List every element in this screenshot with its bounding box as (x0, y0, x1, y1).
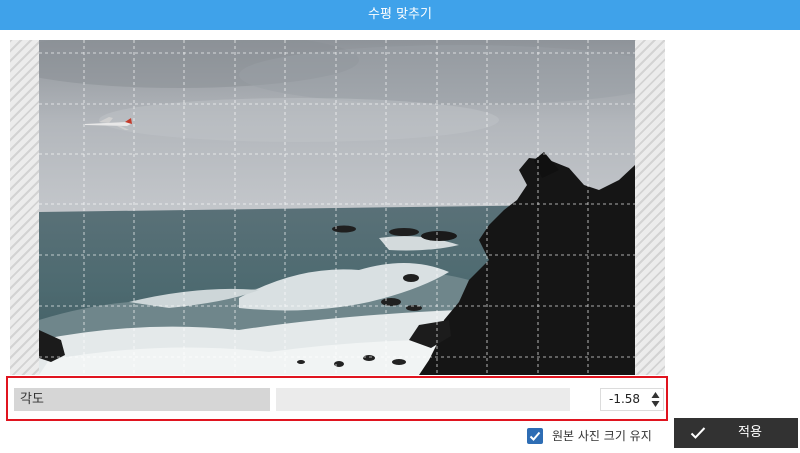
window-title-bar: 수평 맞추기 (0, 0, 800, 30)
angle-value-stepper[interactable]: -1.58 (600, 388, 664, 411)
up-down-arrow-icon[interactable] (651, 391, 660, 408)
window-title: 수평 맞추기 (368, 7, 432, 22)
checkmark-icon (529, 431, 541, 441)
angle-label: 각도 (14, 388, 270, 411)
angle-control-highlight: 각도 -1.58 (6, 376, 668, 421)
image-canvas (10, 40, 665, 375)
keep-original-size-label[interactable]: 원본 사진 크기 유지 (552, 427, 652, 445)
angle-label-text: 각도 (20, 392, 44, 407)
photo-preview[interactable] (39, 40, 635, 375)
angle-slider[interactable] (276, 388, 570, 411)
keep-original-size-checkbox[interactable] (527, 428, 543, 444)
seascape-photo (39, 40, 635, 375)
checkmark-icon (690, 427, 706, 439)
apply-button-label: 적용 (738, 425, 762, 440)
apply-button[interactable]: 적용 (674, 418, 798, 448)
angle-value-text[interactable]: -1.58 (609, 389, 640, 410)
